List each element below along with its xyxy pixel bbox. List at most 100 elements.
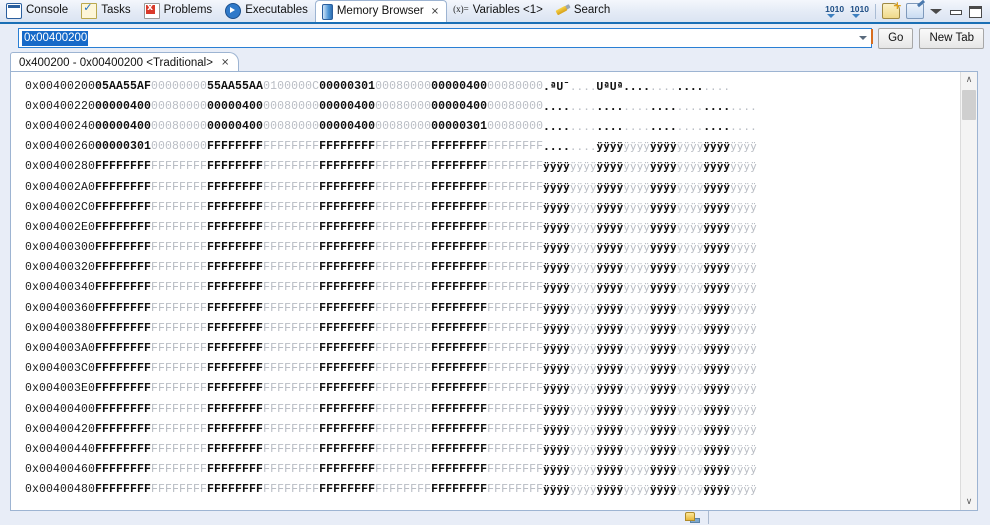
chevron-down-icon[interactable] [855, 29, 871, 47]
memory-word-cell[interactable]: FFFFFFFF [375, 137, 431, 157]
memory-word-cell[interactable]: FFFFFFFF [375, 238, 431, 258]
memory-word-cell[interactable]: FFFFFFFF [487, 197, 543, 217]
close-icon[interactable]: ⨯ [431, 6, 439, 17]
memory-word-cell[interactable]: FFFFFFFF [431, 338, 487, 358]
memory-word-cell[interactable]: FFFFFFFF [151, 419, 207, 439]
memory-word-cell[interactable]: 00000301 [319, 76, 375, 96]
memory-word-cell[interactable]: 00000000 [151, 76, 207, 96]
memory-word-cell[interactable]: FFFFFFFF [95, 197, 151, 217]
memory-word-cell[interactable]: FFFFFFFF [207, 399, 263, 419]
memory-word-cell[interactable]: FFFFFFFF [95, 480, 151, 500]
memory-word-cell[interactable]: FFFFFFFF [319, 197, 375, 217]
memory-row[interactable]: 0x00400380 FFFFFFFF FFFFFFFF FFFFFFFF FFFFFF… [25, 318, 757, 338]
memory-word-cell[interactable]: 00000400 [207, 96, 263, 116]
memory-row[interactable]: 0x00400260 00000301 00080000 FFFFFFFF FFFFFF… [25, 137, 757, 157]
memory-row[interactable]: 0x00400340 FFFFFFFF FFFFFFFF FFFFFFFF FFFFFF… [25, 278, 757, 298]
memory-word-cell[interactable]: 00080000 [263, 116, 319, 136]
memory-word-cell[interactable]: FFFFFFFF [487, 460, 543, 480]
memory-word-cell[interactable]: FFFFFFFF [263, 137, 319, 157]
tab-memory-browser[interactable]: Memory Browser ⨯ [314, 0, 448, 22]
memory-word-cell[interactable]: FFFFFFFF [431, 177, 487, 197]
new-memory-monitor-icon[interactable] [882, 0, 902, 19]
memory-word-cell[interactable]: FFFFFFFF [95, 419, 151, 439]
memory-word-cell[interactable]: FFFFFFFF [95, 439, 151, 459]
memory-word-cell[interactable]: 00080000 [375, 76, 431, 96]
memory-row[interactable]: 0x00400460 FFFFFFFF FFFFFFFF FFFFFFFF FFFFFF… [25, 460, 757, 480]
memory-word-cell[interactable]: FFFFFFFF [431, 480, 487, 500]
memory-word-cell[interactable]: FFFFFFFF [207, 157, 263, 177]
memory-word-cell[interactable]: FFFFFFFF [487, 278, 543, 298]
memory-word-cell[interactable]: FFFFFFFF [207, 359, 263, 379]
memory-word-cell[interactable]: FFFFFFFF [151, 197, 207, 217]
memory-word-cell[interactable]: FFFFFFFF [151, 217, 207, 237]
memory-word-cell[interactable]: 00000400 [319, 96, 375, 116]
memory-word-cell[interactable]: FFFFFFFF [95, 399, 151, 419]
memory-word-cell[interactable]: FFFFFFFF [151, 379, 207, 399]
memory-word-cell[interactable]: FFFFFFFF [263, 359, 319, 379]
memory-row[interactable]: 0x004002E0 FFFFFFFF FFFFFFFF FFFFFFFF FFFFFF… [25, 217, 757, 237]
memory-word-cell[interactable]: FFFFFFFF [263, 278, 319, 298]
memory-word-cell[interactable]: 00000400 [95, 116, 151, 136]
memory-word-cell[interactable]: FFFFFFFF [487, 137, 543, 157]
memory-word-cell[interactable]: FFFFFFFF [207, 278, 263, 298]
memory-row[interactable]: 0x00400200 05AA55AF 00000000 55AA55AA 010000… [25, 76, 757, 96]
memory-word-cell[interactable]: FFFFFFFF [375, 197, 431, 217]
memory-word-cell[interactable]: FFFFFFFF [263, 258, 319, 278]
memory-word-cell[interactable]: FFFFFFFF [207, 480, 263, 500]
memory-word-cell[interactable]: FFFFFFFF [207, 238, 263, 258]
memory-word-cell[interactable]: FFFFFFFF [319, 298, 375, 318]
memory-word-cell[interactable]: FFFFFFFF [207, 338, 263, 358]
memory-word-cell[interactable]: FFFFFFFF [319, 460, 375, 480]
memory-word-cell[interactable]: FFFFFFFF [487, 177, 543, 197]
memory-word-cell[interactable]: FFFFFFFF [375, 480, 431, 500]
memory-word-cell[interactable]: FFFFFFFF [431, 318, 487, 338]
memory-row[interactable]: 0x004003E0 FFFFFFFF FFFFFFFF FFFFFFFF FFFFFF… [25, 379, 757, 399]
memory-word-cell[interactable]: FFFFFFFF [263, 298, 319, 318]
memory-word-cell[interactable]: 55AA55AA [207, 76, 263, 96]
memory-word-cell[interactable]: FFFFFFFF [375, 177, 431, 197]
memory-word-cell[interactable]: 00000400 [431, 76, 487, 96]
tab-search[interactable]: Search [550, 0, 617, 22]
memory-word-cell[interactable]: 00080000 [151, 116, 207, 136]
tab-executables[interactable]: Executables [219, 0, 315, 22]
memory-row[interactable]: 0x004003A0 FFFFFFFF FFFFFFFF FFFFFFFF FFFFFF… [25, 338, 757, 358]
memory-word-cell[interactable]: FFFFFFFF [151, 359, 207, 379]
memory-word-cell[interactable]: 00080000 [151, 96, 207, 116]
memory-word-cell[interactable]: FFFFFFFF [95, 338, 151, 358]
scroll-up-icon[interactable]: ∧ [961, 72, 977, 88]
memory-row[interactable]: 0x00400300 FFFFFFFF FFFFFFFF FFFFFFFF FFFFFF… [25, 238, 757, 258]
memory-word-cell[interactable]: FFFFFFFF [95, 359, 151, 379]
memory-word-cell[interactable]: FFFFFFFF [487, 419, 543, 439]
memory-word-cell[interactable]: FFFFFFFF [319, 318, 375, 338]
memory-word-cell[interactable]: FFFFFFFF [487, 157, 543, 177]
memory-word-cell[interactable]: FFFFFFFF [151, 460, 207, 480]
memory-word-cell[interactable]: FFFFFFFF [95, 217, 151, 237]
memory-row[interactable]: 0x00400420 FFFFFFFF FFFFFFFF FFFFFFFF FFFFFF… [25, 419, 757, 439]
scroll-down-icon[interactable]: ∨ [961, 494, 977, 510]
memory-word-cell[interactable]: FFFFFFFF [263, 197, 319, 217]
memory-word-cell[interactable]: FFFFFFFF [151, 338, 207, 358]
memory-word-cell[interactable]: FFFFFFFF [151, 177, 207, 197]
memory-row[interactable]: 0x00400240 00000400 00080000 00000400 000800… [25, 116, 757, 136]
memory-word-cell[interactable]: 00000400 [431, 96, 487, 116]
memory-word-cell[interactable]: 00080000 [263, 96, 319, 116]
memory-word-cell[interactable]: FFFFFFFF [375, 298, 431, 318]
address-input[interactable]: 0x00400200 [18, 28, 874, 48]
memory-word-cell[interactable]: FFFFFFFF [263, 480, 319, 500]
memory-word-cell[interactable]: 00000400 [319, 116, 375, 136]
memory-word-cell[interactable]: 0100000C [263, 76, 319, 96]
memory-word-cell[interactable]: FFFFFFFF [263, 217, 319, 237]
memory-word-cell[interactable]: FFFFFFFF [431, 258, 487, 278]
memory-word-cell[interactable]: FFFFFFFF [151, 439, 207, 459]
memory-word-cell[interactable]: FFFFFFFF [263, 419, 319, 439]
memory-word-cell[interactable]: FFFFFFFF [95, 298, 151, 318]
memory-word-cell[interactable]: FFFFFFFF [375, 460, 431, 480]
memory-word-cell[interactable]: FFFFFFFF [263, 318, 319, 338]
memory-word-cell[interactable]: 05AA55AF [95, 76, 151, 96]
memory-word-cell[interactable]: FFFFFFFF [319, 278, 375, 298]
memory-word-cell[interactable]: FFFFFFFF [431, 137, 487, 157]
memory-word-cell[interactable]: FFFFFFFF [487, 258, 543, 278]
pin-memory-monitor-icon[interactable] [906, 3, 924, 19]
minimize-icon[interactable] [948, 4, 962, 18]
memory-word-cell[interactable]: FFFFFFFF [95, 258, 151, 278]
